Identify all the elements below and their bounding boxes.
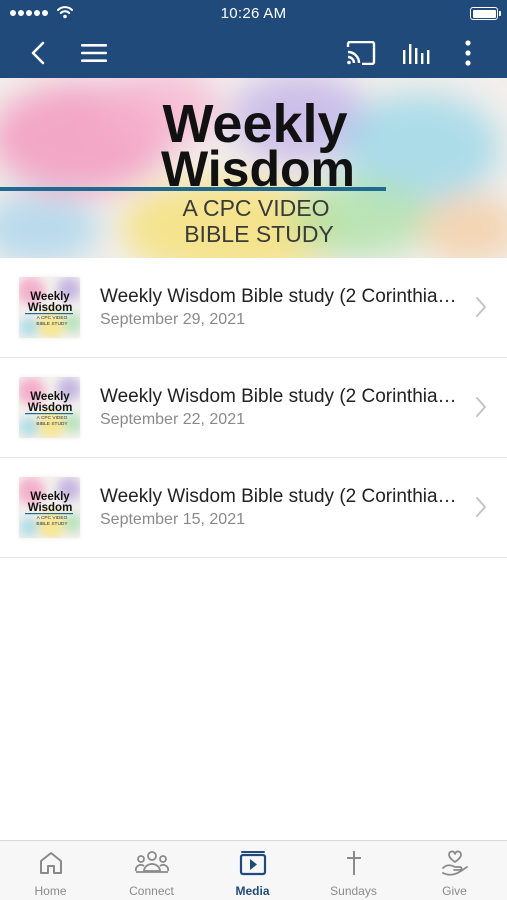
tab-home[interactable]: Home <box>0 841 101 900</box>
tab-label: Connect <box>129 884 174 898</box>
give-hand-heart-icon <box>441 850 468 876</box>
menu-button[interactable] <box>76 28 112 78</box>
media-list-item[interactable]: Weekly Wisdom Bible study (2 Corinthians… <box>0 458 507 558</box>
chevron-right-icon <box>476 397 486 417</box>
media-thumbnail <box>19 277 80 338</box>
tab-label: Media <box>235 884 270 898</box>
media-list-item[interactable]: Weekly Wisdom Bible study (2 Corinthians… <box>0 358 507 458</box>
tab-give[interactable]: Give <box>404 841 505 900</box>
media-item-title: Weekly Wisdom Bible study (2 Corinthians… <box>100 486 460 507</box>
hamburger-menu-icon <box>81 44 107 62</box>
chevron-right-icon <box>476 297 486 317</box>
more-options-button[interactable] <box>454 28 482 78</box>
chevron-right-icon <box>476 497 486 517</box>
media-list-item[interactable]: Weekly Wisdom Bible study (2 Corinthians… <box>0 258 507 358</box>
audio-levels-button[interactable] <box>396 28 436 78</box>
banner-subtitle-line1: A CPC VIDEO <box>183 195 330 221</box>
series-banner: Weekly Wisdom A CPC VIDEO BIBLE STUDY <box>0 78 507 258</box>
media-item-date: September 22, 2021 <box>100 411 245 428</box>
banner-subtitle-line2: BIBLE STUDY <box>184 221 334 247</box>
status-time: 10:26 AM <box>220 5 287 22</box>
media-item-date: September 29, 2021 <box>100 311 245 328</box>
media-item-title: Weekly Wisdom Bible study (2 Corinthians… <box>100 286 460 307</box>
status-bar: 10:26 AM <box>0 0 507 28</box>
back-button[interactable] <box>22 28 54 78</box>
banner-rule <box>0 187 386 191</box>
media-item-title: Weekly Wisdom Bible study (2 Corinthians… <box>100 386 460 407</box>
media-list: Weekly Wisdom Bible study (2 Corinthians… <box>0 258 507 558</box>
chevron-left-icon <box>31 41 45 65</box>
navigation-bar <box>0 28 507 78</box>
cross-icon <box>346 851 361 875</box>
tab-media[interactable]: Media <box>202 841 303 900</box>
tab-label: Give <box>442 884 467 898</box>
media-thumbnail <box>19 377 80 438</box>
tab-label: Home <box>34 884 67 898</box>
equalizer-icon <box>403 44 430 64</box>
people-icon <box>134 851 169 873</box>
tab-sundays[interactable]: Sundays <box>303 841 404 900</box>
vertical-ellipsis-icon <box>465 40 471 66</box>
cast-icon <box>346 41 376 65</box>
home-icon <box>39 852 62 874</box>
media-thumbnail <box>19 477 80 538</box>
tab-label: Sundays <box>330 884 377 898</box>
play-media-icon <box>239 851 266 876</box>
cast-button[interactable] <box>342 28 380 78</box>
media-item-date: September 15, 2021 <box>100 511 245 528</box>
battery-icon <box>470 7 501 20</box>
tab-bar: Home Connect Media Sundays Give <box>0 840 507 900</box>
tab-connect[interactable]: Connect <box>101 841 202 900</box>
